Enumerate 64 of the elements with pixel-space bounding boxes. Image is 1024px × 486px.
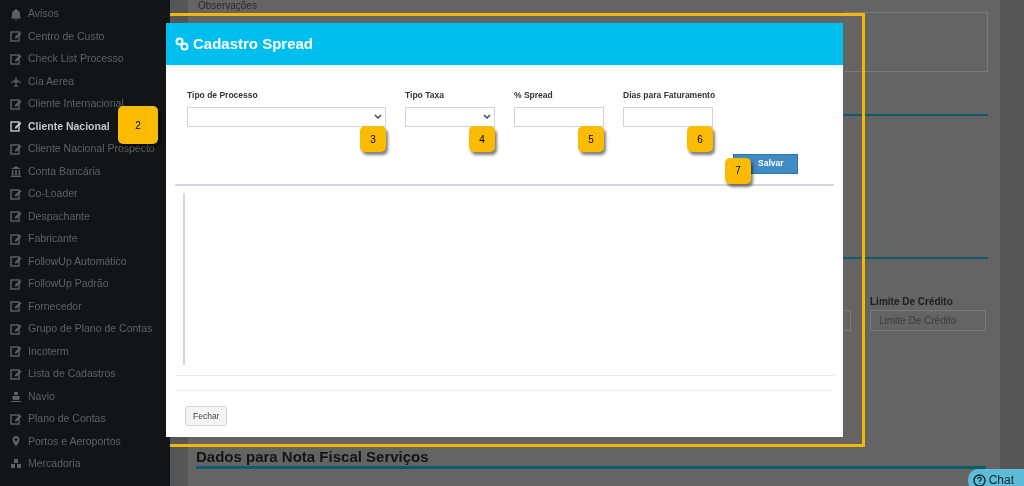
link-icon	[175, 37, 189, 51]
edit-icon	[10, 232, 22, 246]
bell-icon	[10, 7, 22, 21]
input-field[interactable]	[623, 106, 713, 127]
sidebar-item[interactable]: Fornecedor	[0, 295, 82, 318]
credit-limit-label: Limite De Crédito	[870, 295, 953, 309]
input-field[interactable]	[514, 106, 604, 127]
notes-label: Observações	[198, 0, 257, 12]
field-label: Tipo Taxa	[405, 89, 445, 102]
sidebar-item[interactable]: Centro de Custo	[0, 25, 105, 48]
edit-icon	[10, 187, 22, 201]
sidebar-item[interactable]: Cliente Nacional	[0, 115, 110, 138]
chevron-down-icon	[374, 113, 382, 120]
field-label: % Spread	[514, 89, 554, 102]
edit-icon	[10, 345, 22, 359]
sidebar-item[interactable]: Co-Loader	[0, 183, 78, 206]
field-label: Dias para Faturamento	[623, 89, 713, 102]
select-field[interactable]	[844, 310, 851, 331]
sidebar-item[interactable]: Fabricante	[0, 228, 78, 251]
field-label: Tipo de Processo	[187, 89, 259, 102]
edit-icon	[10, 322, 22, 336]
sidebar-item[interactable]: FollowUp Automático	[0, 250, 127, 273]
sidebar-item[interactable]: Portos e Aeroportos	[0, 430, 121, 453]
edit-icon	[10, 412, 22, 426]
sidebar-item[interactable]: Avisos	[0, 3, 59, 26]
help-icon	[972, 473, 986, 486]
sidebar-item[interactable]: Navio	[0, 385, 55, 408]
section-heading: Dados para Nota Fiscal Serviços	[196, 447, 429, 467]
edit-icon	[10, 255, 22, 269]
plane-icon	[10, 75, 22, 89]
edit-icon	[10, 300, 22, 314]
map-pin-icon	[10, 435, 22, 449]
sidebar-item[interactable]: Lista de Cadastros	[0, 363, 116, 386]
step-callout: 3	[360, 126, 386, 152]
notes-textarea[interactable]	[844, 12, 988, 72]
edit-icon	[10, 120, 22, 134]
chat-button[interactable]: Chat	[967, 469, 1024, 486]
ship-icon	[10, 390, 22, 404]
edit-icon	[10, 97, 22, 111]
sidebar-item[interactable]: FollowUp Padrão	[0, 273, 109, 296]
step-callout: 2	[118, 106, 158, 144]
step-callout: 4	[469, 126, 495, 152]
edit-icon	[10, 52, 22, 66]
edit-icon	[10, 210, 22, 224]
cubes-icon	[10, 457, 22, 471]
edit-icon	[10, 142, 22, 156]
sidebar-item[interactable]: Check List Processo	[0, 48, 124, 71]
sidebar-item[interactable]: Cia Aerea	[0, 70, 75, 93]
close-button[interactable]: Fechar	[185, 406, 228, 427]
edit-icon	[10, 277, 22, 291]
sidebar-item[interactable]: Incoterm	[0, 340, 69, 363]
sidebar-item[interactable]: Conta Bancária	[0, 160, 101, 183]
modal-title: Cadastro Spread	[193, 33, 314, 54]
bank-icon	[10, 165, 22, 179]
chevron-down-icon	[483, 113, 491, 120]
sidebar-item[interactable]: Mercadoria	[0, 453, 81, 476]
step-callout: 6	[687, 126, 713, 152]
sidebar-item[interactable]: Despachante	[0, 205, 90, 228]
sidebar-item[interactable]: Plano de Contas	[0, 408, 106, 431]
sidebar-item[interactable]: Grupo de Plano de Contas	[0, 318, 153, 341]
step-callout: 5	[578, 126, 604, 152]
edit-icon	[10, 30, 22, 44]
step-callout: 7	[725, 157, 751, 184]
edit-icon	[10, 367, 22, 381]
